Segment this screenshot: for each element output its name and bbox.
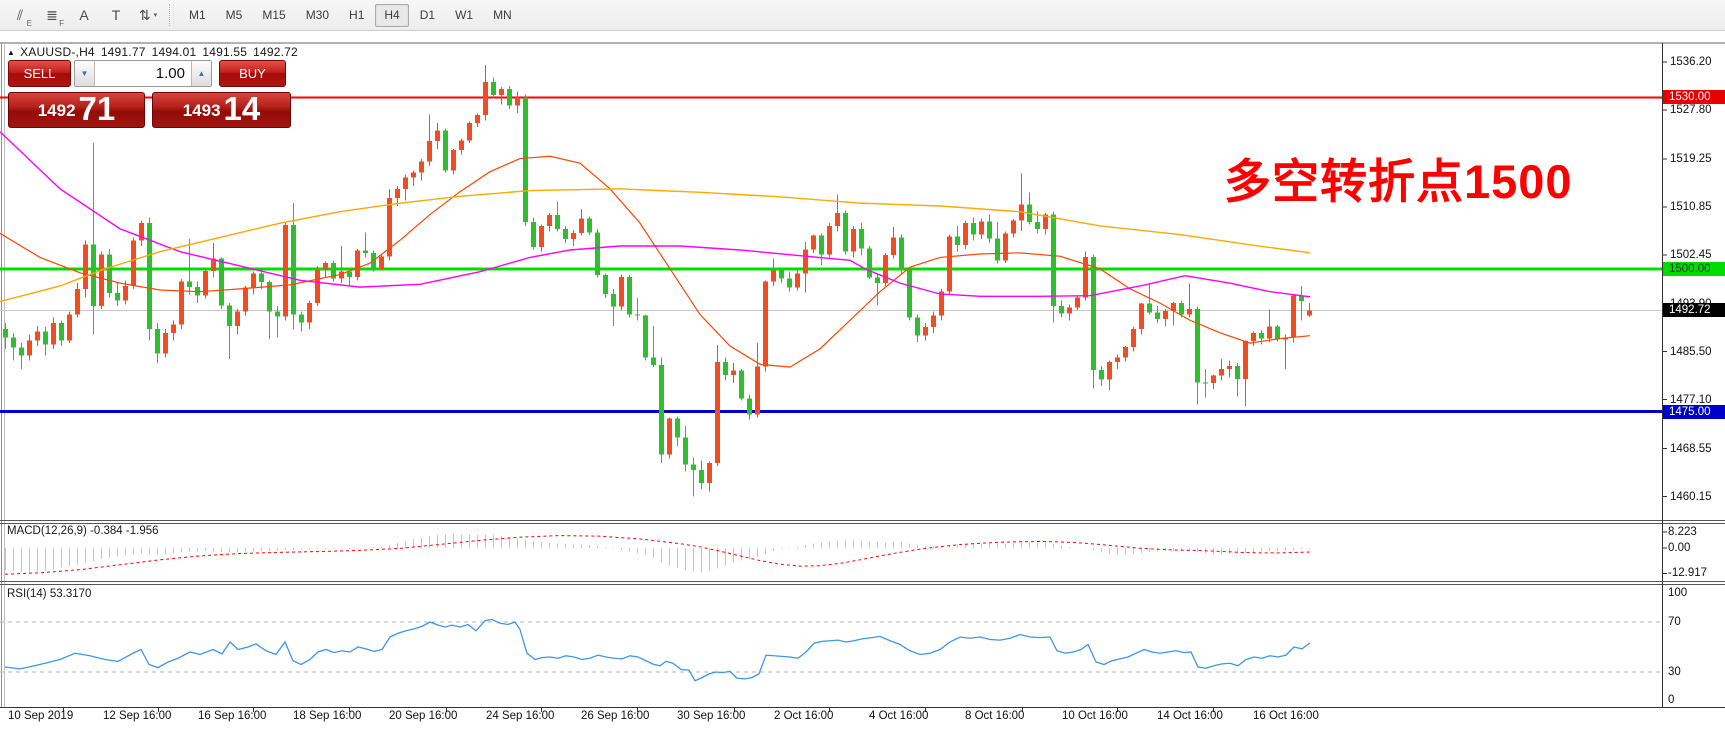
one-click-trading-panel: SELL ▼ ▲ BUY 1492 71 1493 14 xyxy=(8,60,294,128)
fibonacci-tool-icon: ≣ xyxy=(46,7,58,24)
price-tick-label: 1485.50 xyxy=(1670,346,1722,358)
time-tick-label: 14 Oct 16:00 xyxy=(1157,710,1223,722)
volume-input[interactable] xyxy=(95,61,191,86)
fibonacci-tool-button[interactable]: ≣F xyxy=(37,3,67,28)
buy-price-tile[interactable]: 1493 14 xyxy=(152,92,291,128)
volume-increase-icon[interactable]: ▲ xyxy=(191,61,211,86)
price-tick-label: 1510.85 xyxy=(1670,201,1722,213)
high-value: 1494.01 xyxy=(152,45,197,59)
macd-scale-zero: 0.00 xyxy=(1668,542,1690,554)
time-tick-label: 18 Sep 16:00 xyxy=(293,710,361,722)
equidistant-channel-tool-button[interactable]: ⫽E xyxy=(5,3,35,28)
equidistant-channel-tool-sub-icon: E xyxy=(27,19,32,28)
timeframe-h1-button[interactable]: H1 xyxy=(340,4,373,27)
time-tick-label: 10 Sep 2019 xyxy=(8,710,73,722)
low-value: 1491.55 xyxy=(202,45,247,59)
time-tick-label: 8 Oct 16:00 xyxy=(965,710,1024,722)
buy-price-main: 1493 xyxy=(183,96,221,126)
macd-name: MACD(12,26,9) xyxy=(7,525,87,537)
timeframe-w1-button[interactable]: W1 xyxy=(446,4,482,27)
equidistant-channel-tool-icon: ⫽ xyxy=(17,7,23,24)
timeframe-d1-button[interactable]: D1 xyxy=(411,4,444,27)
timeframe-m1-button[interactable]: M1 xyxy=(180,4,215,27)
hline-price-label: 1500.00 xyxy=(1663,262,1725,276)
rsi-label: RSI(14) 53.3170 xyxy=(7,588,91,600)
timeframe-h4-button[interactable]: H4 xyxy=(375,4,408,27)
time-tick-label: 20 Sep 16:00 xyxy=(389,710,457,722)
time-tick-label: 12 Sep 16:00 xyxy=(103,710,171,722)
macd-scale-max: 8.223 xyxy=(1668,526,1697,538)
symbol-label: XAUUSD-,H4 xyxy=(20,45,95,59)
chart-annotation-text: 多空转折点1500 xyxy=(1224,143,1573,212)
price-tick-label: 1527.80 xyxy=(1670,104,1722,116)
close-value: 1492.72 xyxy=(253,45,298,59)
chart-region[interactable]: ▲XAUUSD-,H41491.771494.011491.551492.72 … xyxy=(0,32,1725,731)
text-tool-button[interactable]: A xyxy=(69,3,99,28)
drawing-tools-group: ⫽E≣FAT⇅▾ xyxy=(4,3,164,28)
sell-price-main: 1492 xyxy=(38,96,76,126)
mt4-window: ⫽E≣FAT⇅▾ M1M5M15M30H1H4D1W1MN ▲XAUUSD-,H… xyxy=(0,0,1725,731)
rsi-scale-label: 30 xyxy=(1668,666,1681,678)
timeframe-mn-button[interactable]: MN xyxy=(484,4,521,27)
price-tick-label: 1460.15 xyxy=(1670,491,1722,503)
arrows-tool-button[interactable]: ⇅▾ xyxy=(133,3,163,28)
macd-scale-min: -12.917 xyxy=(1668,567,1707,579)
time-tick-label: 10 Oct 16:00 xyxy=(1062,710,1128,722)
toolbar: ⫽E≣FAT⇅▾ M1M5M15M30H1H4D1W1MN xyxy=(0,0,1725,31)
toolbar-separator xyxy=(169,4,174,26)
timeframe-m30-button[interactable]: M30 xyxy=(297,4,338,27)
arrows-tool-sub-icon: ▾ xyxy=(154,11,158,19)
rsi-value: 53.3170 xyxy=(50,588,92,600)
timeframe-m5-button[interactable]: M5 xyxy=(217,4,252,27)
text-label-tool-button[interactable]: T xyxy=(101,3,131,28)
macd-label: MACD(12,26,9) -0.384 -1.956 xyxy=(7,525,159,537)
time-tick-label: 2 Oct 16:00 xyxy=(774,710,833,722)
rsi-scale-label: 100 xyxy=(1668,587,1687,599)
rsi-scale-label: 0 xyxy=(1668,694,1674,706)
open-value: 1491.77 xyxy=(101,45,146,59)
collapse-icon[interactable]: ▲ xyxy=(7,48,15,57)
price-tick-label: 1519.25 xyxy=(1670,153,1722,165)
time-tick-label: 24 Sep 16:00 xyxy=(486,710,554,722)
buy-price-big: 14 xyxy=(224,92,261,126)
buy-button[interactable]: BUY xyxy=(219,60,286,87)
sell-price-tile[interactable]: 1492 71 xyxy=(8,92,145,128)
price-tick-label: 1502.45 xyxy=(1670,249,1722,261)
arrows-tool-icon: ⇅ xyxy=(139,7,151,24)
volume-stepper: ▼ ▲ xyxy=(74,60,212,87)
macd-values: -0.384 -1.956 xyxy=(90,525,158,537)
rsi-scale-label: 70 xyxy=(1668,616,1681,628)
fibonacci-tool-sub-icon: F xyxy=(59,19,64,28)
current-price-label: 1492.72 xyxy=(1663,303,1725,317)
text-tool-icon: A xyxy=(79,7,88,23)
time-tick-label: 16 Sep 16:00 xyxy=(198,710,266,722)
price-tick-label: 1468.55 xyxy=(1670,443,1722,455)
rsi-name: RSI(14) xyxy=(7,588,47,600)
price-tick-label: 1536.20 xyxy=(1670,56,1722,68)
hline-price-label: 1530.00 xyxy=(1663,90,1725,104)
candlestick-chart[interactable] xyxy=(0,32,1725,731)
timeframe-buttons-group: M1M5M15M30H1H4D1W1MN xyxy=(179,4,522,27)
chart-title: ▲ XAUUSD-,H4 1491.77 1494.01 1491.55 1492.72 xyxy=(7,45,304,59)
hline-price-label: 1475.00 xyxy=(1663,405,1725,419)
sell-button[interactable]: SELL xyxy=(8,60,71,87)
text-label-tool-icon: T xyxy=(112,7,121,23)
time-tick-label: 26 Sep 16:00 xyxy=(581,710,649,722)
time-tick-label: 16 Oct 16:00 xyxy=(1253,710,1319,722)
time-tick-label: 30 Sep 16:00 xyxy=(677,710,745,722)
volume-decrease-icon[interactable]: ▼ xyxy=(75,61,95,86)
timeframe-m15-button[interactable]: M15 xyxy=(253,4,294,27)
time-tick-label: 4 Oct 16:00 xyxy=(869,710,928,722)
sell-price-big: 71 xyxy=(79,92,116,126)
